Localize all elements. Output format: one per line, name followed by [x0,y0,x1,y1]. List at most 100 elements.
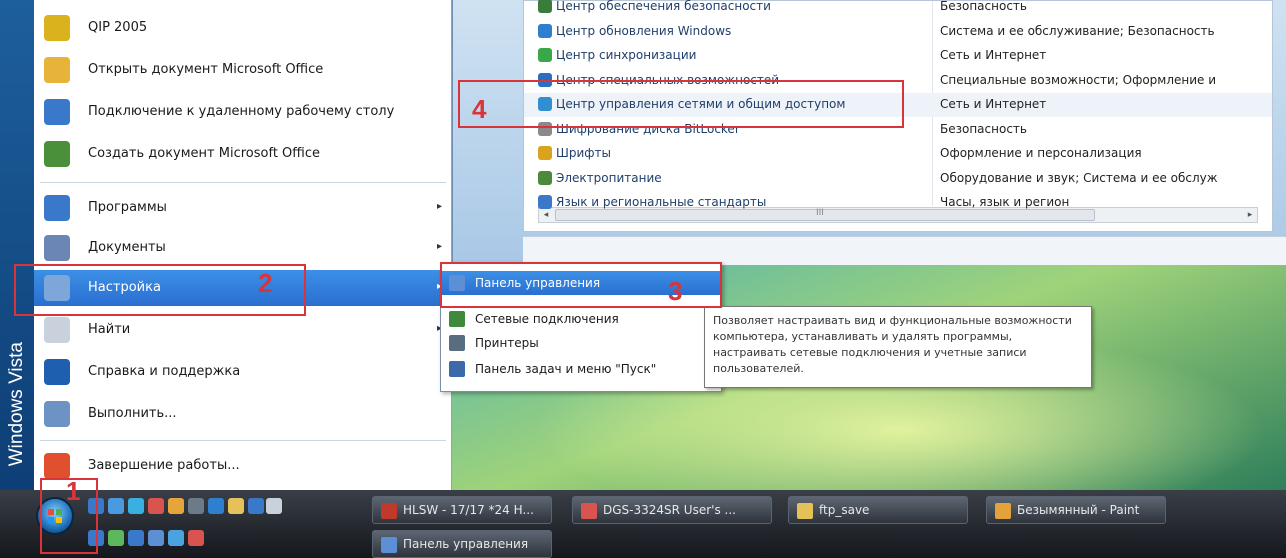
control-panel-item-category: Сеть и Интернет [940,48,1047,62]
control-panel-item-category: Специальные возможности; Оформление и [940,72,1217,87]
printers-icon [449,335,465,351]
control-panel-item-label: Центр синхронизации [556,48,697,62]
start-item-run[interactable]: Выполнить... [34,396,452,432]
quick-launch-icon[interactable] [168,498,184,514]
quick-launch-icon[interactable] [168,530,184,546]
control-panel-status-area [523,236,1286,265]
quick-launch-icon[interactable] [208,498,224,514]
windows-update-icon [538,23,552,38]
start-pinned-item[interactable]: Создать документ Microsoft Office [34,136,452,172]
annotation-number-1: 1 [66,476,81,506]
security-center-icon [538,0,552,13]
taskbar: HLSW - 17/17 *24 H... DGS-3324SR User's .… [0,490,1286,558]
pdf-icon [581,503,597,519]
start-item-find[interactable]: Найти▸ [34,312,452,348]
network-connections-icon [449,311,465,327]
quick-launch-icon[interactable] [148,498,164,514]
quick-launch-icon[interactable] [266,498,282,514]
control-panel-item-category: Безопасность [940,121,1027,136]
control-panel-row[interactable]: Центр синхронизации Сеть и Интернет [524,44,1272,68]
control-panel-row[interactable]: Язык и региональные стандарты Часы, язык … [524,191,1272,215]
taskbar-button-control-panel[interactable]: Панель управления [372,530,552,558]
programs-icon [44,195,70,221]
control-panel-row[interactable]: Электропитание Оборудование и звук; Систе… [524,167,1272,191]
help-icon [44,359,70,385]
folder-icon [797,503,813,519]
submenu-network-connections[interactable]: Сетевые подключения [441,307,721,331]
taskbar-button-label: Безымянный - Paint [1017,503,1140,517]
menu-item-label: QIP 2005 [88,20,148,35]
start-pinned-item[interactable]: Открыть документ Microsoft Office [34,52,452,88]
quick-launch-icon[interactable] [148,530,164,546]
shutdown-label: Завершение работы... [88,458,240,473]
control-panel-icon [381,537,397,553]
quick-launch-icon[interactable] [248,498,264,514]
office-open-icon [44,57,70,83]
control-panel-row[interactable]: Центр обеспечения безопасности Безопаснос… [524,0,1272,19]
menu-item-label: Создать документ Microsoft Office [88,146,321,161]
windows-vista-label: Windows Vista [6,341,27,466]
control-panel-item-category: Часы, язык и регион [940,195,1070,209]
office-new-icon [44,141,70,167]
submenu-printers[interactable]: Принтеры [441,331,721,355]
power-icon [538,170,552,185]
quick-launch-icon[interactable] [108,530,124,546]
menu-divider [40,440,446,441]
remote-desktop-icon [44,99,70,125]
documents-icon [44,235,70,261]
menu-item-label: Найти [88,322,131,337]
control-panel-item-name[interactable]: Язык и региональные стандарты [538,195,766,209]
quick-launch-icon[interactable] [108,498,124,514]
taskbar-button-label: DGS-3324SR User's ... [603,503,736,517]
search-icon [44,317,70,343]
control-panel-item-label: Шрифты [556,146,611,160]
taskbar-button-label: Панель управления [403,537,529,551]
taskbar-button-ftp-save[interactable]: ftp_save [788,496,968,524]
menu-item-label: Документы [88,240,166,255]
start-item-documents[interactable]: Документы ▸ [34,230,452,266]
quick-launch-icon[interactable] [188,498,204,514]
start-menu-sidebar: Windows Vista [0,0,34,490]
region-icon [538,195,552,209]
start-pinned-item[interactable]: QIP 2005 [34,10,452,46]
control-panel-item-name[interactable]: Центр синхронизации [538,48,696,62]
taskbar-button-pdf[interactable]: DGS-3324SR User's ... [572,496,772,524]
taskbar-button-paint[interactable]: Безымянный - Paint [986,496,1166,524]
start-item-help[interactable]: Справка и поддержка [34,354,452,390]
menu-item-label: Подключение к удаленному рабочему столу [88,104,395,119]
menu-item-label: Выполнить... [88,406,177,421]
sync-center-icon [538,48,552,62]
taskbar-button-hlsw[interactable]: HLSW - 17/17 *24 H... [372,496,552,524]
control-panel-item-label: Электропитание [556,170,662,185]
start-item-programs[interactable]: Программы ▸ [34,190,452,226]
control-panel-window: ◂ III ▸ Центр обеспечения безопасности Бе… [452,0,1286,265]
quick-launch-icon[interactable] [228,498,244,514]
control-panel-item-name[interactable]: Центр обеспечения безопасности [538,0,771,13]
taskbar-button-label: ftp_save [819,503,870,517]
control-panel-item-category: Оборудование и звук; Система и ее обслуж [940,170,1218,185]
start-pinned-item[interactable]: Подключение к удаленному рабочему столу [34,94,452,130]
quick-launch-icon[interactable] [128,498,144,514]
taskbar-button-label: HLSW - 17/17 *24 H... [403,503,534,517]
control-panel-item-name[interactable]: Шрифты [538,146,611,160]
run-icon [44,401,70,427]
paint-icon [995,503,1011,519]
control-panel-item-name[interactable]: Электропитание [538,170,662,185]
quick-launch-icon[interactable] [188,530,204,546]
menu-item-label: Справка и поддержка [88,364,241,379]
control-panel-tooltip: Позволяет настраивать вид и функциональн… [704,306,1092,388]
menu-item-label: Открыть документ Microsoft Office [88,62,324,77]
submenu-taskbar-start[interactable]: Панель задач и меню "Пуск" [441,357,721,381]
control-panel-item-category: Система и ее обслуживание; Безопасность [940,23,1215,38]
submenu-arrow-icon: ▸ [436,241,442,252]
annotation-box-4 [458,80,904,128]
taskbar-icon [449,361,465,377]
control-panel-item-name[interactable]: Центр обновления Windows [538,23,731,38]
control-panel-item-category: Безопасность [940,0,1027,13]
menu-item-label: Программы [88,200,167,215]
annotation-number-4: 4 [472,94,487,124]
control-panel-row[interactable]: Центр обновления Windows Система и ее обс… [524,20,1272,44]
control-panel-item-label: Язык и региональные стандарты [556,195,767,209]
quick-launch-icon[interactable] [128,530,144,546]
control-panel-row[interactable]: Шрифты Оформление и персонализация [524,142,1272,166]
